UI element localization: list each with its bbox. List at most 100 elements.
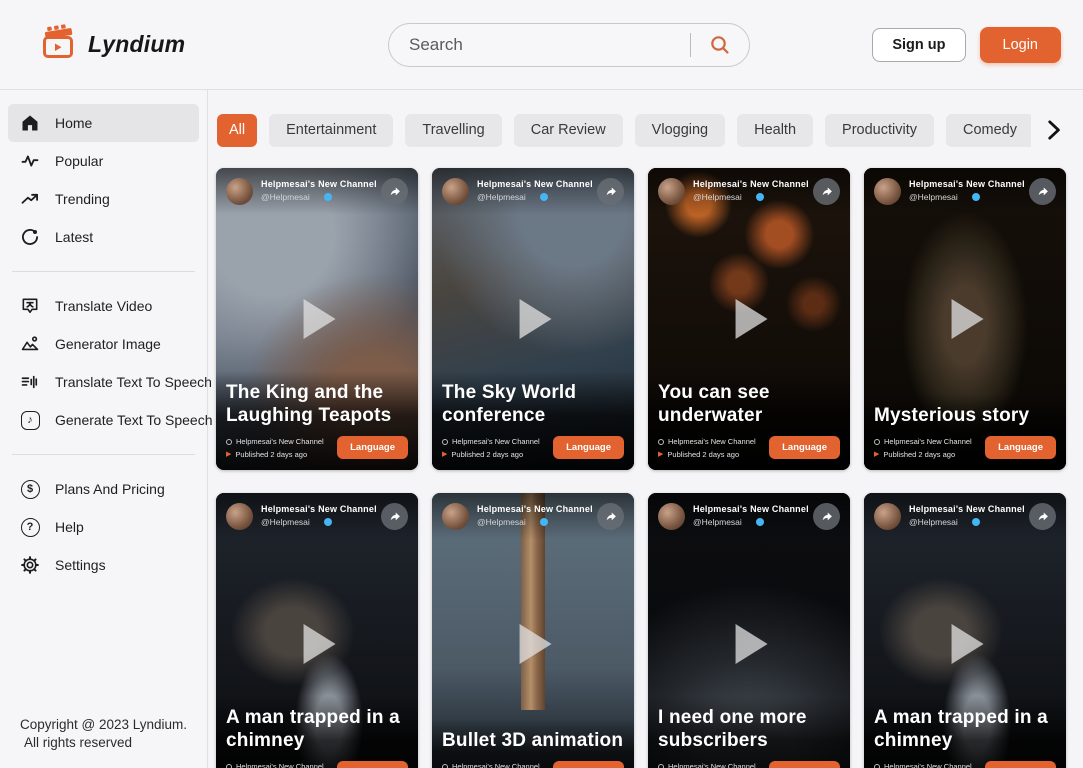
channel-avatar[interactable] (874, 503, 901, 530)
channel-avatar[interactable] (658, 178, 685, 205)
sidebar-item-settings[interactable]: Settings (8, 546, 199, 584)
video-card[interactable]: Helpmesai's New Channel @Helpmesai Myste… (864, 168, 1066, 470)
sidebar-item-popular[interactable]: Popular (8, 142, 199, 180)
channel-mini-icon (226, 764, 232, 768)
channel-handle: @Helpmesai (693, 192, 742, 202)
channel-avatar[interactable] (874, 178, 901, 205)
question-circle-icon: ? (18, 518, 42, 537)
play-icon[interactable] (520, 624, 552, 664)
sidebar-item-label: Translate Text To Speech (55, 374, 212, 390)
brand-logo[interactable]: Lyndium (38, 23, 185, 66)
video-title: The King and the Laughing Teapots (226, 381, 408, 428)
published-date: Published 2 days ago (667, 450, 739, 459)
sidebar-item-generator-image[interactable]: Generator Image (8, 325, 199, 363)
card-footer: The Sky World conference Helpmesai's New… (432, 371, 634, 470)
play-icon[interactable] (736, 299, 768, 339)
card-header: Helpmesai's New Channel @Helpmesai (648, 493, 850, 540)
sidebar-item-translate-video[interactable]: Translate Video (8, 287, 199, 325)
channel-avatar[interactable] (658, 503, 685, 530)
language-button[interactable]: Language (769, 436, 840, 459)
verified-badge-icon (540, 518, 548, 526)
video-channel-meta: Helpmesai's New Channel (884, 437, 972, 446)
share-button[interactable] (381, 178, 408, 205)
share-button[interactable] (1029, 503, 1056, 530)
category-chip-vlogging[interactable]: Vlogging (635, 114, 725, 147)
sidebar-item-label: Latest (55, 229, 93, 245)
video-card[interactable]: Helpmesai's New Channel @Helpmesai Bulle… (432, 493, 634, 768)
sidebar-item-latest[interactable]: Latest (8, 218, 199, 256)
brand-name: Lyndium (88, 31, 185, 58)
translate-bubble-icon (18, 296, 42, 316)
category-chip-health[interactable]: Health (737, 114, 813, 147)
channel-mini-icon (658, 764, 664, 768)
sidebar-item-label: Settings (55, 557, 106, 573)
video-title: You can see underwater (658, 381, 840, 428)
sidebar-item-label: Generate Text To Speech (55, 412, 212, 428)
share-button[interactable] (597, 178, 624, 205)
channel-handle: @Helpmesai (909, 192, 958, 202)
language-button[interactable]: Language (337, 436, 408, 459)
verified-badge-icon (540, 193, 548, 201)
play-icon[interactable] (304, 299, 336, 339)
video-card[interactable]: Helpmesai's New Channel @Helpmesai The K… (216, 168, 418, 470)
play-icon[interactable] (952, 624, 984, 664)
search-icon[interactable] (691, 24, 749, 66)
category-chip-entertainment[interactable]: Entertainment (269, 114, 393, 147)
play-icon[interactable] (304, 624, 336, 664)
sidebar-item-help[interactable]: ? Help (8, 508, 199, 546)
card-footer: Mysterious story Helpmesai's New Channel… (864, 394, 1066, 470)
category-scroll: All Entertainment Travelling Car Review … (217, 114, 1031, 147)
share-button[interactable] (597, 503, 624, 530)
channel-name: Helpmesai's New Channel (909, 179, 1025, 189)
play-icon[interactable] (952, 299, 984, 339)
language-button[interactable]: Language (769, 761, 840, 768)
share-button[interactable] (381, 503, 408, 530)
channel-avatar[interactable] (442, 503, 469, 530)
language-button[interactable]: Language (553, 761, 624, 768)
published-date: Published 2 days ago (235, 450, 307, 459)
sidebar-item-trending[interactable]: Trending (8, 180, 199, 218)
language-button[interactable]: Language (985, 761, 1056, 768)
channel-mini-icon (442, 764, 448, 768)
video-card[interactable]: Helpmesai's New Channel @Helpmesai I nee… (648, 493, 850, 768)
channel-avatar[interactable] (442, 178, 469, 205)
share-button[interactable] (1029, 178, 1056, 205)
language-button[interactable]: Language (985, 436, 1056, 459)
sidebar-item-translate-tts[interactable]: Translate Text To Speech (8, 363, 199, 401)
video-title: I need one more subscribers (658, 706, 840, 753)
category-chip-car-review[interactable]: Car Review (514, 114, 623, 147)
sidebar-item-home[interactable]: Home (8, 104, 199, 142)
sidebar-item-plans[interactable]: $ Plans And Pricing (8, 470, 199, 508)
card-footer: The King and the Laughing Teapots Helpme… (216, 371, 418, 470)
video-card[interactable]: Helpmesai's New Channel @Helpmesai You c… (648, 168, 850, 470)
search-input[interactable] (389, 35, 690, 55)
sidebar-item-generate-tts[interactable]: ♪ Generate Text To Speech (8, 401, 199, 439)
main-content: All Entertainment Travelling Car Review … (208, 90, 1083, 768)
published-play-icon: ▶ (658, 451, 663, 458)
category-chip-all[interactable]: All (217, 114, 257, 147)
channel-handle: @Helpmesai (909, 517, 958, 527)
sidebar-item-label: Home (55, 115, 92, 131)
language-button[interactable]: Language (337, 761, 408, 768)
auth-buttons: Sign up Login (872, 27, 1061, 63)
channel-avatar[interactable] (226, 178, 253, 205)
trending-up-icon (18, 189, 42, 209)
verified-badge-icon (756, 193, 764, 201)
play-icon[interactable] (520, 299, 552, 339)
language-button[interactable]: Language (553, 436, 624, 459)
category-chip-productivity[interactable]: Productivity (825, 114, 934, 147)
video-card[interactable]: Helpmesai's New Channel @Helpmesai A man… (216, 493, 418, 768)
video-channel-meta: Helpmesai's New Channel (668, 762, 756, 768)
clapperboard-icon (38, 23, 78, 66)
category-chip-travelling[interactable]: Travelling (405, 114, 501, 147)
category-chip-comedy[interactable]: Comedy (946, 114, 1031, 147)
signup-button[interactable]: Sign up (872, 28, 965, 62)
play-icon[interactable] (736, 624, 768, 664)
login-button[interactable]: Login (980, 27, 1061, 63)
channel-avatar[interactable] (226, 503, 253, 530)
chevron-right-icon[interactable] (1033, 112, 1073, 148)
share-button[interactable] (813, 178, 840, 205)
share-button[interactable] (813, 503, 840, 530)
video-card[interactable]: Helpmesai's New Channel @Helpmesai The S… (432, 168, 634, 470)
video-card[interactable]: Helpmesai's New Channel @Helpmesai A man… (864, 493, 1066, 768)
